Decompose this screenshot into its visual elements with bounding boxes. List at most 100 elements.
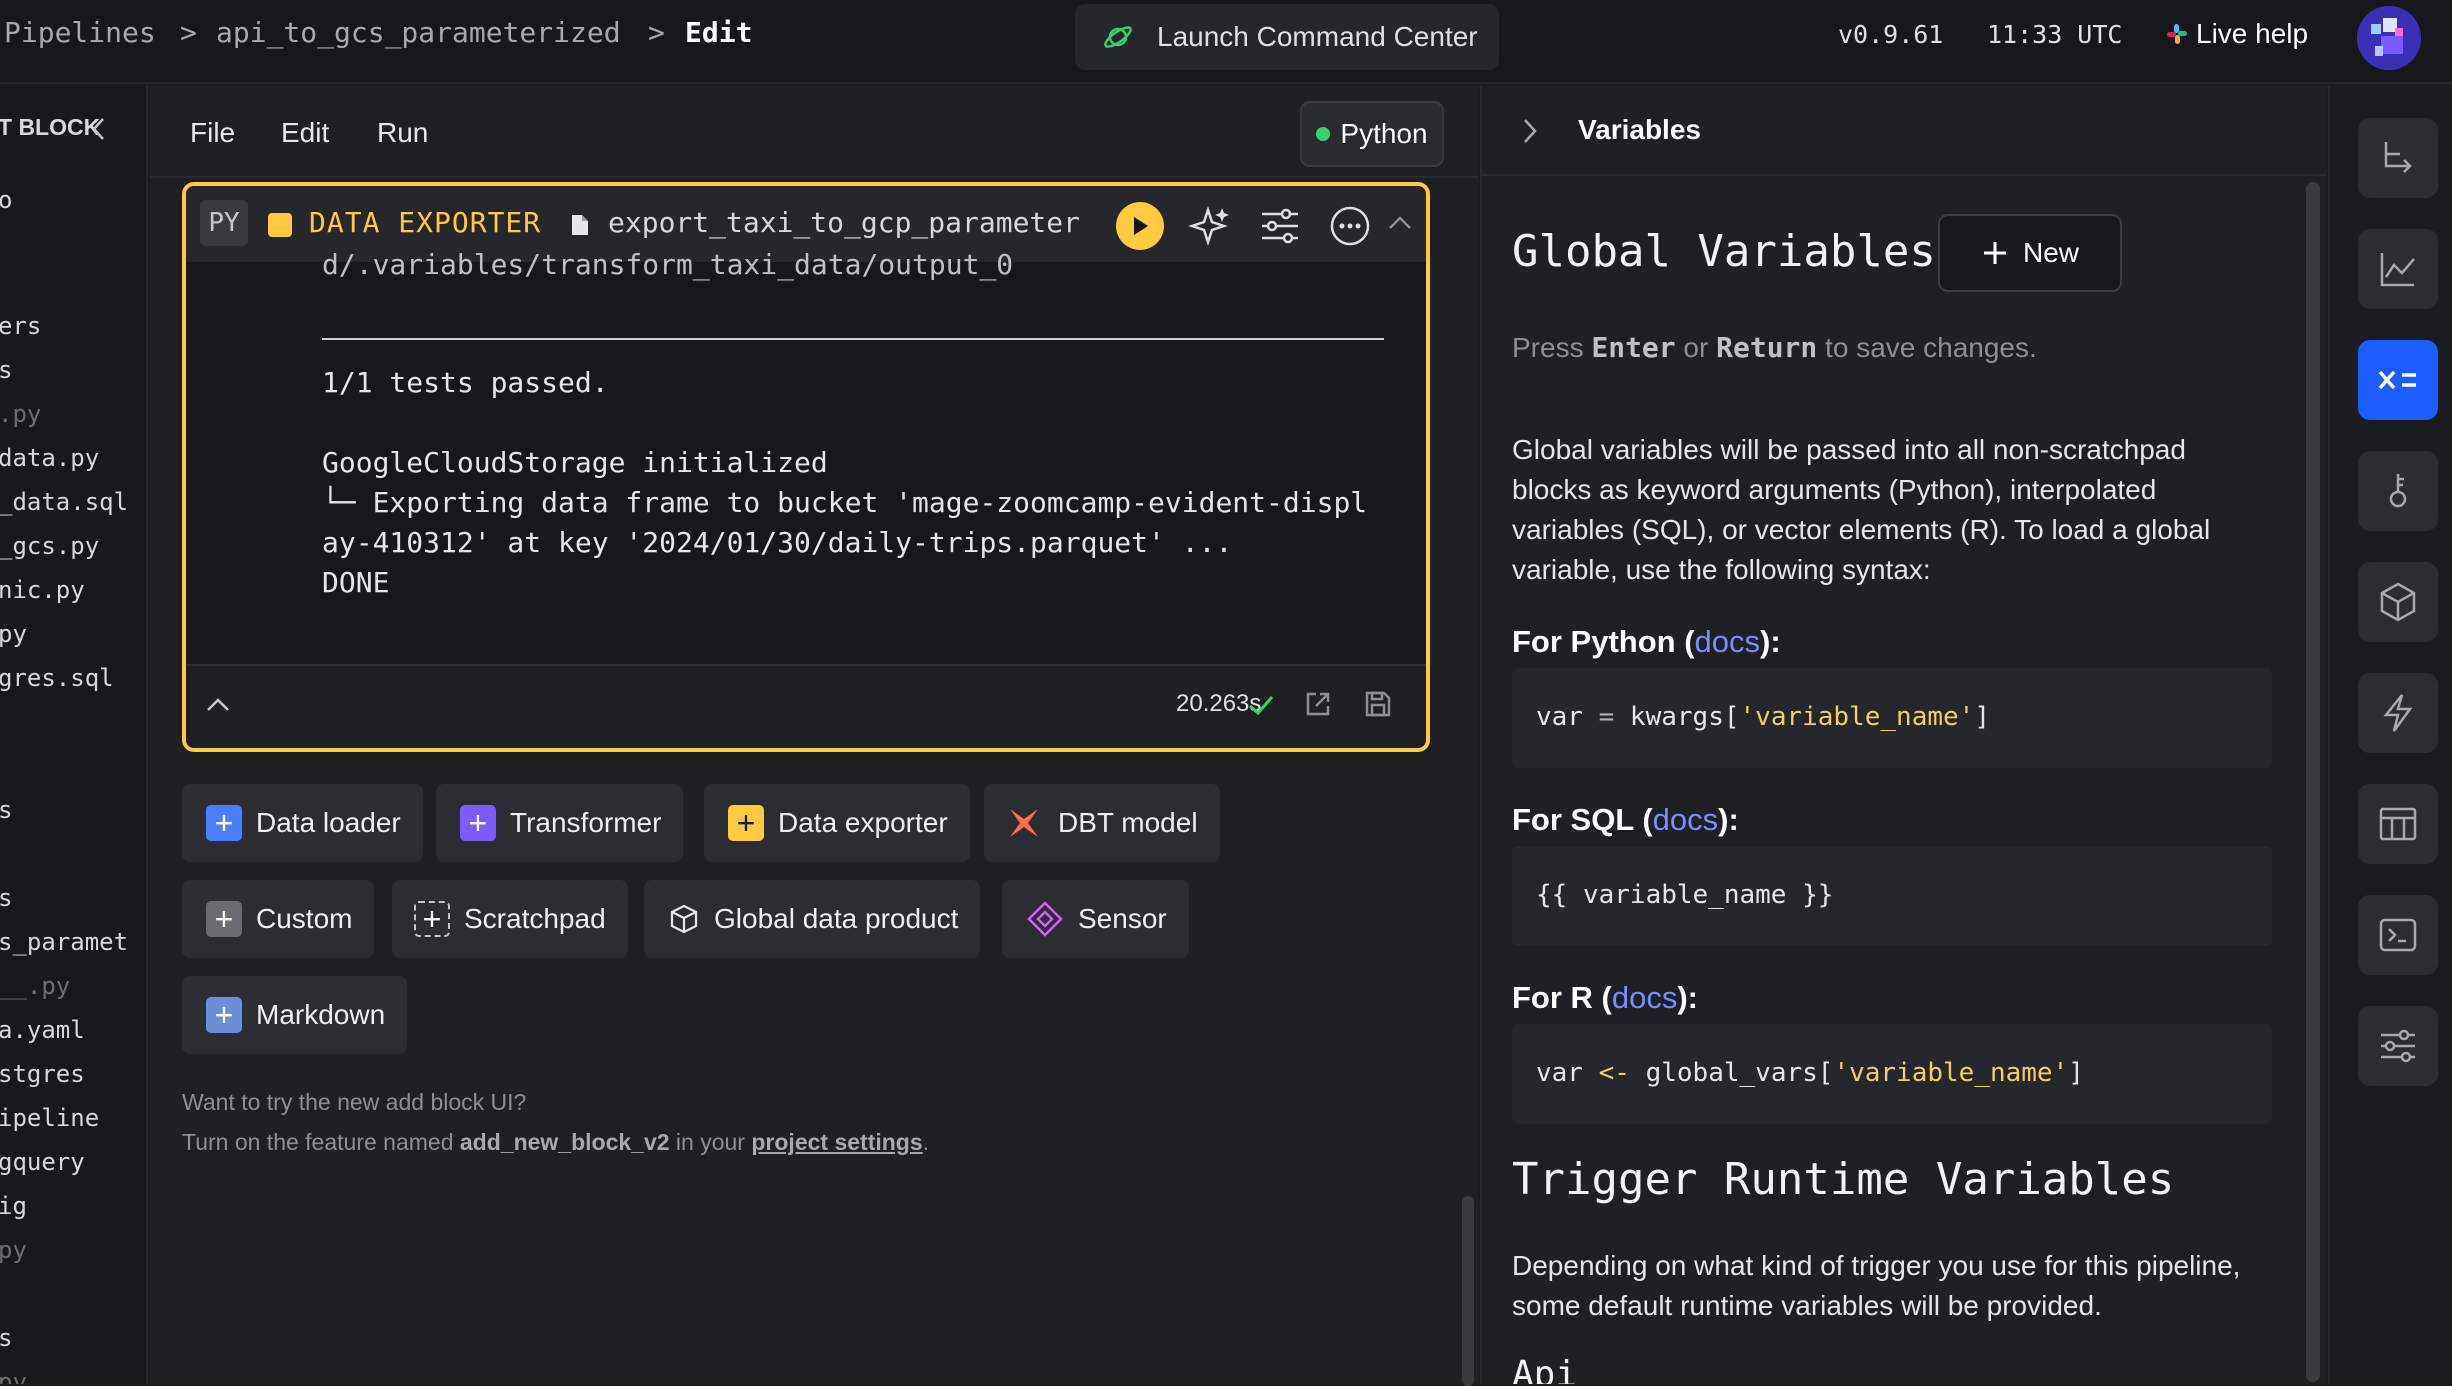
plus-icon: + <box>728 805 764 841</box>
tree-view-tool[interactable] <box>2358 118 2438 198</box>
file-item[interactable]: s <box>0 356 12 384</box>
file-item[interactable]: _gcs.py <box>0 532 99 560</box>
launch-command-center-button[interactable]: Launch Command Center <box>1075 4 1499 70</box>
python-docs-link[interactable]: docs <box>1695 624 1760 659</box>
file-item[interactable]: gquery <box>0 1148 85 1176</box>
plus-icon: + <box>206 805 242 841</box>
menu-edit[interactable]: Edit <box>281 117 329 149</box>
plus-icon: + <box>206 997 242 1033</box>
output-done: DONE <box>322 566 390 599</box>
add-sensor-button[interactable]: Sensor <box>1002 880 1189 958</box>
live-help-button[interactable]: Live help <box>2166 18 2308 50</box>
file-item[interactable]: __.py <box>0 972 70 1000</box>
file-item[interactable]: a.yaml <box>0 1016 85 1044</box>
sql-docs-link[interactable]: docs <box>1653 802 1718 837</box>
hint-text: Press <box>1512 332 1592 363</box>
table-tool[interactable] <box>2358 784 2438 864</box>
button-label: Global data product <box>714 903 959 934</box>
file-item[interactable]: nic.py <box>0 576 85 604</box>
run-block-button[interactable] <box>1116 202 1164 250</box>
triggers-tool[interactable] <box>2358 673 2438 753</box>
live-help-label: Live help <box>2196 18 2309 49</box>
breadcrumb-pipeline[interactable]: api_to_gcs_parameterized <box>216 16 621 49</box>
open-external-icon[interactable] <box>1302 688 1334 720</box>
variables-icon <box>2378 370 2416 390</box>
file-item[interactable]: _data.sql <box>0 488 128 516</box>
file-item[interactable]: s_paramet <box>0 928 128 956</box>
r-docs-link[interactable]: docs <box>1612 980 1677 1015</box>
add-dbt-model-button[interactable]: DBT model <box>984 784 1220 862</box>
add-custom-button[interactable]: + Custom <box>182 880 375 958</box>
button-label: Scratchpad <box>464 903 606 934</box>
plus-icon: + <box>460 805 496 841</box>
sql-code-snippet: {{ variable_name }} <box>1512 846 2272 946</box>
breadcrumb-pipelines[interactable]: Pipelines <box>4 16 156 49</box>
avatar[interactable] <box>2357 6 2421 70</box>
settings-sliders-icon[interactable] <box>1256 202 1304 250</box>
file-item[interactable]: ipeline <box>0 1104 99 1132</box>
chart-icon <box>2380 253 2415 287</box>
scrollbar[interactable] <box>2306 182 2320 1382</box>
api-heading: Api <box>1512 1354 1578 1384</box>
save-hint: Press Enter or Return to save changes. <box>1512 328 2252 368</box>
new-variable-button[interactable]: New <box>1938 214 2122 292</box>
file-item[interactable]: stgres <box>0 1060 85 1088</box>
collapse-chevron-icon[interactable] <box>90 116 106 142</box>
add-markdown-button[interactable]: + Markdown <box>182 976 408 1054</box>
file-item[interactable]: s <box>0 1324 12 1352</box>
cube-icon <box>2380 582 2416 622</box>
file-item[interactable]: s <box>0 884 12 912</box>
time-label: 11:33 UTC <box>1987 20 2123 49</box>
r-code-snippet: var <- global_vars['variable_name'] <box>1512 1024 2272 1124</box>
output-line: d/.variables/transform_taxi_data/output_… <box>322 248 1014 281</box>
add-transformer-button[interactable]: + Transformer <box>436 784 684 862</box>
hint-line: Want to try the new add block UI? <box>182 1089 527 1115</box>
file-item[interactable]: ers <box>0 312 41 340</box>
chevron-right-icon[interactable] <box>1520 116 1540 146</box>
heading-text: ): <box>1677 980 1699 1015</box>
file-item[interactable]: py <box>0 620 27 648</box>
add-scratchpad-button[interactable]: + Scratchpad <box>392 880 628 958</box>
block-filename[interactable]: export_taxi_to_gcp_parameter <box>608 206 1080 239</box>
dbt-icon <box>1010 809 1038 837</box>
key-icon <box>2389 474 2407 508</box>
add-global-data-product-button[interactable]: Global data product <box>644 880 981 958</box>
code-block[interactable]: PY DATA EXPORTER export_taxi_to_gcp_para… <box>182 182 1430 752</box>
code-text: global_vars[ <box>1629 1058 1834 1088</box>
add-data-loader-button[interactable]: + Data loader <box>182 784 423 862</box>
settings-tool[interactable] <box>2358 1006 2438 1086</box>
file-item[interactable]: ig <box>0 1192 27 1220</box>
heading-text: For SQL ( <box>1512 802 1653 837</box>
add-data-exporter-button[interactable]: + Data exporter <box>704 784 970 862</box>
scrollbar[interactable] <box>1462 1196 1474 1386</box>
ai-sparkle-icon[interactable] <box>1186 202 1234 250</box>
heading-text: ): <box>1760 624 1781 659</box>
button-label: Custom <box>256 903 353 934</box>
charts-tool[interactable] <box>2358 229 2438 309</box>
file-item[interactable]: data.py <box>0 444 99 472</box>
variables-tool[interactable] <box>2358 340 2438 420</box>
terminal-tool[interactable] <box>2358 895 2438 975</box>
secrets-tool[interactable] <box>2358 451 2438 531</box>
project-settings-link[interactable]: project settings <box>751 1129 922 1155</box>
file-item[interactable]: py <box>0 1236 27 1264</box>
collapse-up-icon[interactable] <box>1386 212 1414 232</box>
menu-file[interactable]: File <box>190 117 235 149</box>
file-item[interactable]: o <box>0 186 12 214</box>
file-item[interactable]: py <box>0 1368 27 1384</box>
file-item[interactable]: s <box>0 796 12 824</box>
python-code-snippet: var = kwargs['variable_name'] <box>1512 668 2272 768</box>
output-line: GoogleCloudStorage initialized <box>322 446 828 479</box>
file-item[interactable]: .py <box>0 400 41 428</box>
language-button[interactable]: Python <box>1300 101 1444 167</box>
global-variables-description: Global variables will be passed into all… <box>1512 434 2211 585</box>
file-browser-title: T BLOCK <box>0 114 101 140</box>
menu-run[interactable]: Run <box>377 117 428 149</box>
data-products-tool[interactable] <box>2358 562 2438 642</box>
file-item[interactable]: gres.sql <box>0 664 114 692</box>
hint-text: to save changes. <box>1817 332 2037 363</box>
save-icon[interactable] <box>1362 688 1394 720</box>
more-options-icon[interactable] <box>1326 202 1374 250</box>
block-type: DATA EXPORTER <box>309 206 542 239</box>
collapse-output-icon[interactable] <box>204 694 232 714</box>
